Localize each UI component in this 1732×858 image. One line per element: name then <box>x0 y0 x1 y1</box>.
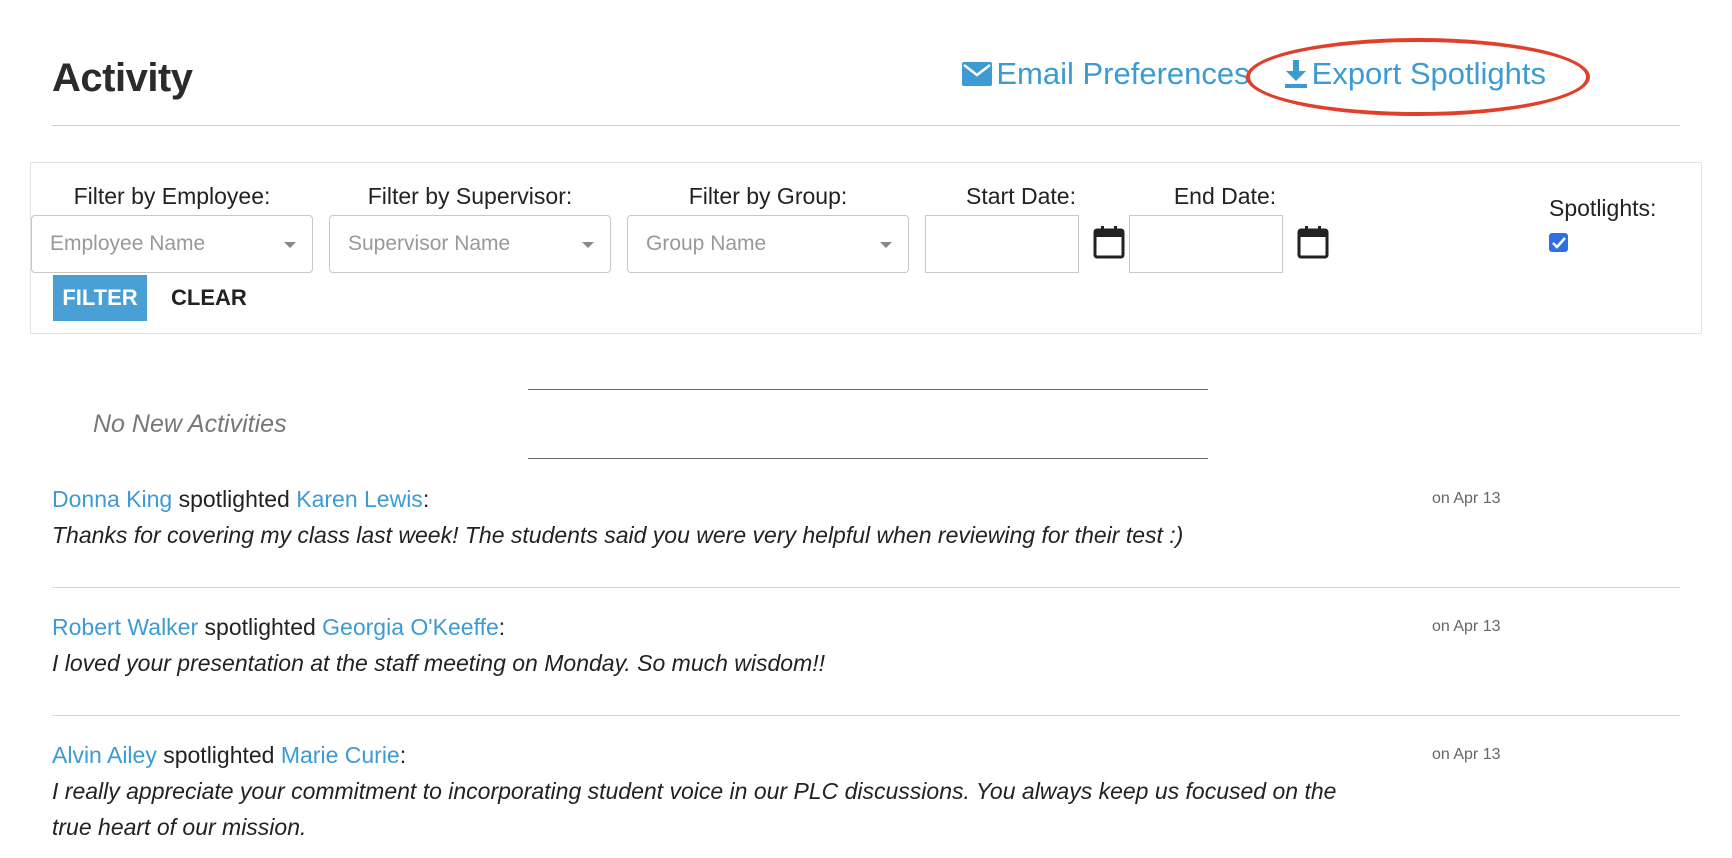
spotlights-checkbox[interactable] <box>1549 233 1568 252</box>
activity-from-link[interactable]: Donna King <box>52 486 172 512</box>
activity-to-link[interactable]: Georgia O'Keeffe <box>322 614 499 640</box>
colon: : <box>422 486 430 512</box>
clear-button[interactable]: CLEAR <box>165 275 253 321</box>
activity-verb: spotlighted <box>163 742 275 768</box>
group-filter: Filter by Group: <box>627 183 909 210</box>
download-icon <box>1284 60 1308 88</box>
no-activities-message: No New Activities <box>93 410 287 438</box>
export-spotlights-wrapper: Export Spotlights <box>1245 38 1590 116</box>
activity-message: I loved your presentation at the staff m… <box>52 650 826 676</box>
activity-item: Alvin Ailey spotlighted Marie Curie: I r… <box>52 742 1680 845</box>
empty-state-divider-bottom <box>528 458 1208 459</box>
activity-item: Donna King spotlighted Karen Lewis: Than… <box>52 486 1680 553</box>
employee-filter-label: Filter by Employee: <box>73 183 271 209</box>
page-title: Activity <box>52 56 193 100</box>
activity-from-link[interactable]: Robert Walker <box>52 614 198 640</box>
start-date-filter: Start Date: <box>925 183 1117 210</box>
calendar-icon[interactable] <box>1297 225 1329 259</box>
activity-verb: spotlighted <box>178 486 290 512</box>
supervisor-filter-label: Filter by Supervisor: <box>367 183 573 209</box>
activity-date: on Apr 13 <box>1432 746 1501 763</box>
activity-from-link[interactable]: Alvin Ailey <box>52 742 157 768</box>
group-select[interactable]: Group Name <box>627 215 909 273</box>
empty-state-divider-top <box>528 389 1208 390</box>
start-date-input[interactable] <box>925 215 1079 273</box>
filter-panel: Filter by Employee: Employee Name Filter… <box>30 162 1702 334</box>
employee-placeholder: Employee Name <box>50 232 206 255</box>
employee-filter: Filter by Employee: <box>31 183 313 210</box>
export-spotlights-link[interactable]: Export Spotlights <box>1284 56 1546 92</box>
checkmark-icon <box>1551 236 1566 249</box>
activity-date: on Apr 13 <box>1432 618 1501 635</box>
end-date-input[interactable] <box>1129 215 1283 273</box>
group-filter-label: Filter by Group: <box>688 183 848 209</box>
start-date-label: Start Date: <box>966 183 1076 209</box>
chevron-down-icon <box>880 242 892 248</box>
envelope-icon <box>962 62 993 86</box>
export-spotlights-label: Export Spotlights <box>1311 56 1546 91</box>
email-preferences-label: Email Preferences <box>996 56 1250 91</box>
chevron-down-icon <box>582 242 594 248</box>
group-placeholder: Group Name <box>646 232 767 255</box>
colon: : <box>498 614 506 640</box>
spotlights-label: Spotlights: <box>1549 195 1657 221</box>
chevron-down-icon <box>284 242 296 248</box>
activity-divider <box>52 715 1680 716</box>
colon: : <box>399 742 407 768</box>
supervisor-select[interactable]: Supervisor Name <box>329 215 611 273</box>
activity-divider <box>52 587 1680 588</box>
filter-button[interactable]: FILTER <box>53 275 147 321</box>
activity-to-link[interactable]: Karen Lewis <box>296 486 423 512</box>
header-actions: Email Preferences Export Spotlights <box>962 38 1590 116</box>
activity-message: Thanks for covering my class last week! … <box>52 522 1184 548</box>
supervisor-placeholder: Supervisor Name <box>348 232 511 255</box>
end-date-label: End Date: <box>1173 183 1277 209</box>
supervisor-filter: Filter by Supervisor: <box>329 183 611 210</box>
end-date-filter: End Date: <box>1129 183 1321 210</box>
activity-verb: spotlighted <box>204 614 316 640</box>
activity-date: on Apr 13 <box>1432 490 1501 507</box>
activity-to-link[interactable]: Marie Curie <box>281 742 400 768</box>
header-divider <box>52 125 1680 126</box>
calendar-icon[interactable] <box>1093 225 1125 259</box>
activity-item: Robert Walker spotlighted Georgia O'Keef… <box>52 614 1680 681</box>
spotlights-filter: Spotlights: <box>1549 195 1656 222</box>
employee-select[interactable]: Employee Name <box>31 215 313 273</box>
activity-message: I really appreciate your commitment to i… <box>52 778 1337 840</box>
email-preferences-link[interactable]: Email Preferences <box>962 56 1250 92</box>
